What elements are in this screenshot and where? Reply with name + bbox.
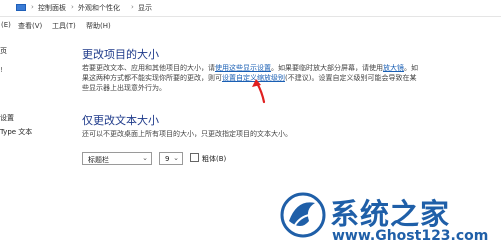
description-text: 若要更改文本、应用和其他项目的大小，请 <box>82 64 215 72</box>
text-section-title: 仅更改文本大小 <box>82 114 159 127</box>
chevron-down-icon: ⌄ <box>142 154 148 162</box>
description-text: 。如 <box>404 64 418 72</box>
display-settings-link[interactable]: 使用这些显示设置 <box>215 64 271 72</box>
address-bar: › 控制面板 › 外观和个性化 › 显示 <box>0 0 501 17</box>
menu-item-view[interactable]: 查看(V) <box>18 21 42 31</box>
description-text: 。如果要临时放大部分屏幕，请使用 <box>271 64 383 72</box>
magnifier-link[interactable]: 放大镜 <box>383 64 404 72</box>
menu-item-edit[interactable]: (E) <box>1 21 11 29</box>
size-select-value: 9 <box>165 155 170 163</box>
breadcrumb-separator: › <box>71 3 74 11</box>
left-nav-item-settings[interactable]: 设置 <box>0 113 14 123</box>
annotation-arrow-icon <box>252 79 266 104</box>
bold-checkbox-label: 粗体(B) <box>202 155 227 163</box>
watermark-title: 系统之家 <box>330 197 451 231</box>
menu-bar: (E) 查看(V) 工具(T) 帮助(H) <box>0 17 501 32</box>
left-nav-item-home[interactable]: 页 <box>0 46 7 56</box>
description-text: 些显示器上出现意外行为。 <box>82 84 166 92</box>
size-select[interactable]: 9 ⌄ <box>159 152 183 165</box>
breadcrumb-control-panel[interactable]: 控制面板 <box>38 3 66 13</box>
monitor-icon <box>16 4 26 11</box>
menu-item-tools[interactable]: 工具(T) <box>52 21 76 31</box>
left-nav-fragment: ! <box>0 66 3 74</box>
item-select-value: 标题栏 <box>88 156 109 164</box>
watermark-url: www.Ghost123.com <box>332 228 489 244</box>
chevron-down-icon: ⌄ <box>173 154 179 162</box>
description-text: (不建议)。设置自定义级别可能会导致在某 <box>285 74 417 82</box>
size-section-title: 更改项目的大小 <box>82 48 159 61</box>
menu-item-help[interactable]: 帮助(H) <box>86 21 111 31</box>
description-text: 果这两种方式都不能实现你所要的更改，则可 <box>82 74 222 82</box>
breadcrumb-separator: › <box>131 3 134 11</box>
item-select[interactable]: 标题栏 ⌄ <box>82 152 152 165</box>
text-section-description: 还可以不更改桌面上所有项目的大小，只更改指定项目的文本大小。 <box>82 130 292 138</box>
bold-checkbox[interactable] <box>190 153 199 162</box>
breadcrumb-separator: › <box>31 3 34 11</box>
breadcrumb-display[interactable]: 显示 <box>138 3 152 13</box>
watermark-logo-icon <box>280 192 326 238</box>
breadcrumb-appearance[interactable]: 外观和个性化 <box>78 3 120 13</box>
left-nav-item-cleartype[interactable]: Type 文本 <box>0 127 32 137</box>
